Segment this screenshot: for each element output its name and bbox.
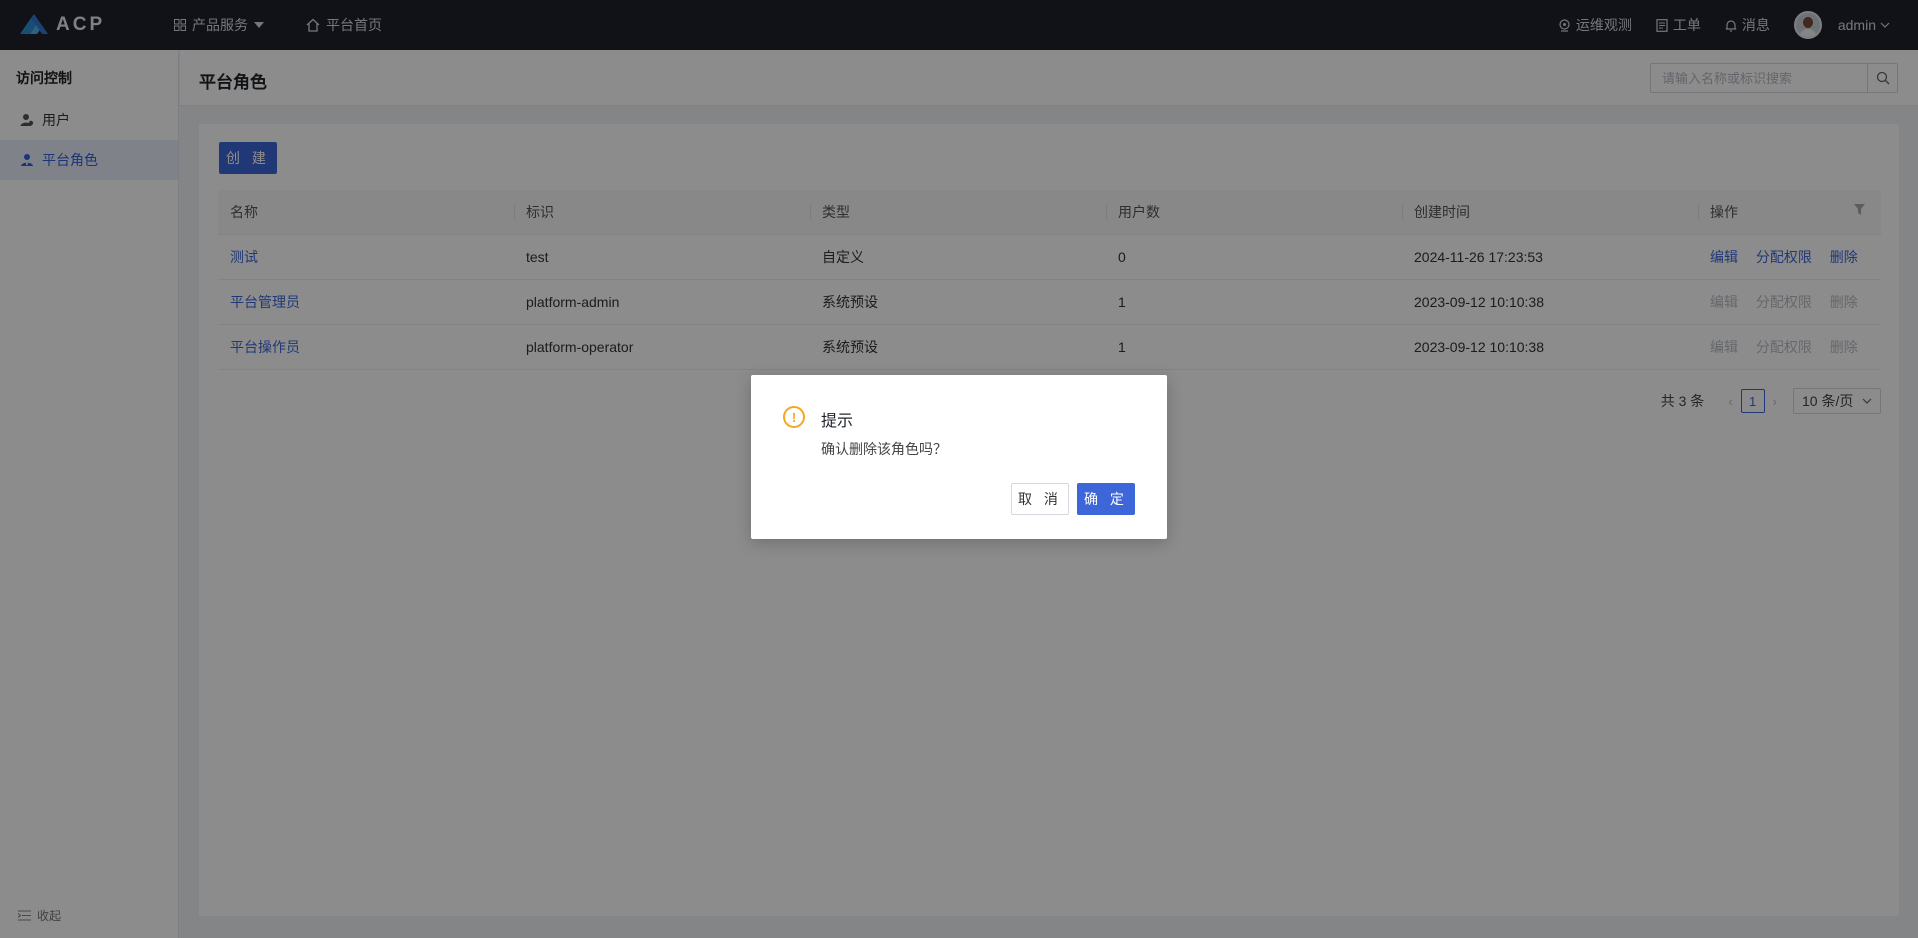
dialog-content: 确认删除该角色吗？ [821, 441, 947, 457]
warning-icon: ! [783, 406, 805, 428]
cancel-button[interactable]: 取 消 [1011, 483, 1069, 515]
confirm-delete-dialog: ! 提示 确认删除该角色吗？ 取 消 确 定 [751, 375, 1167, 539]
dialog-title: 提示 [821, 413, 854, 430]
confirm-button[interactable]: 确 定 [1077, 483, 1135, 515]
